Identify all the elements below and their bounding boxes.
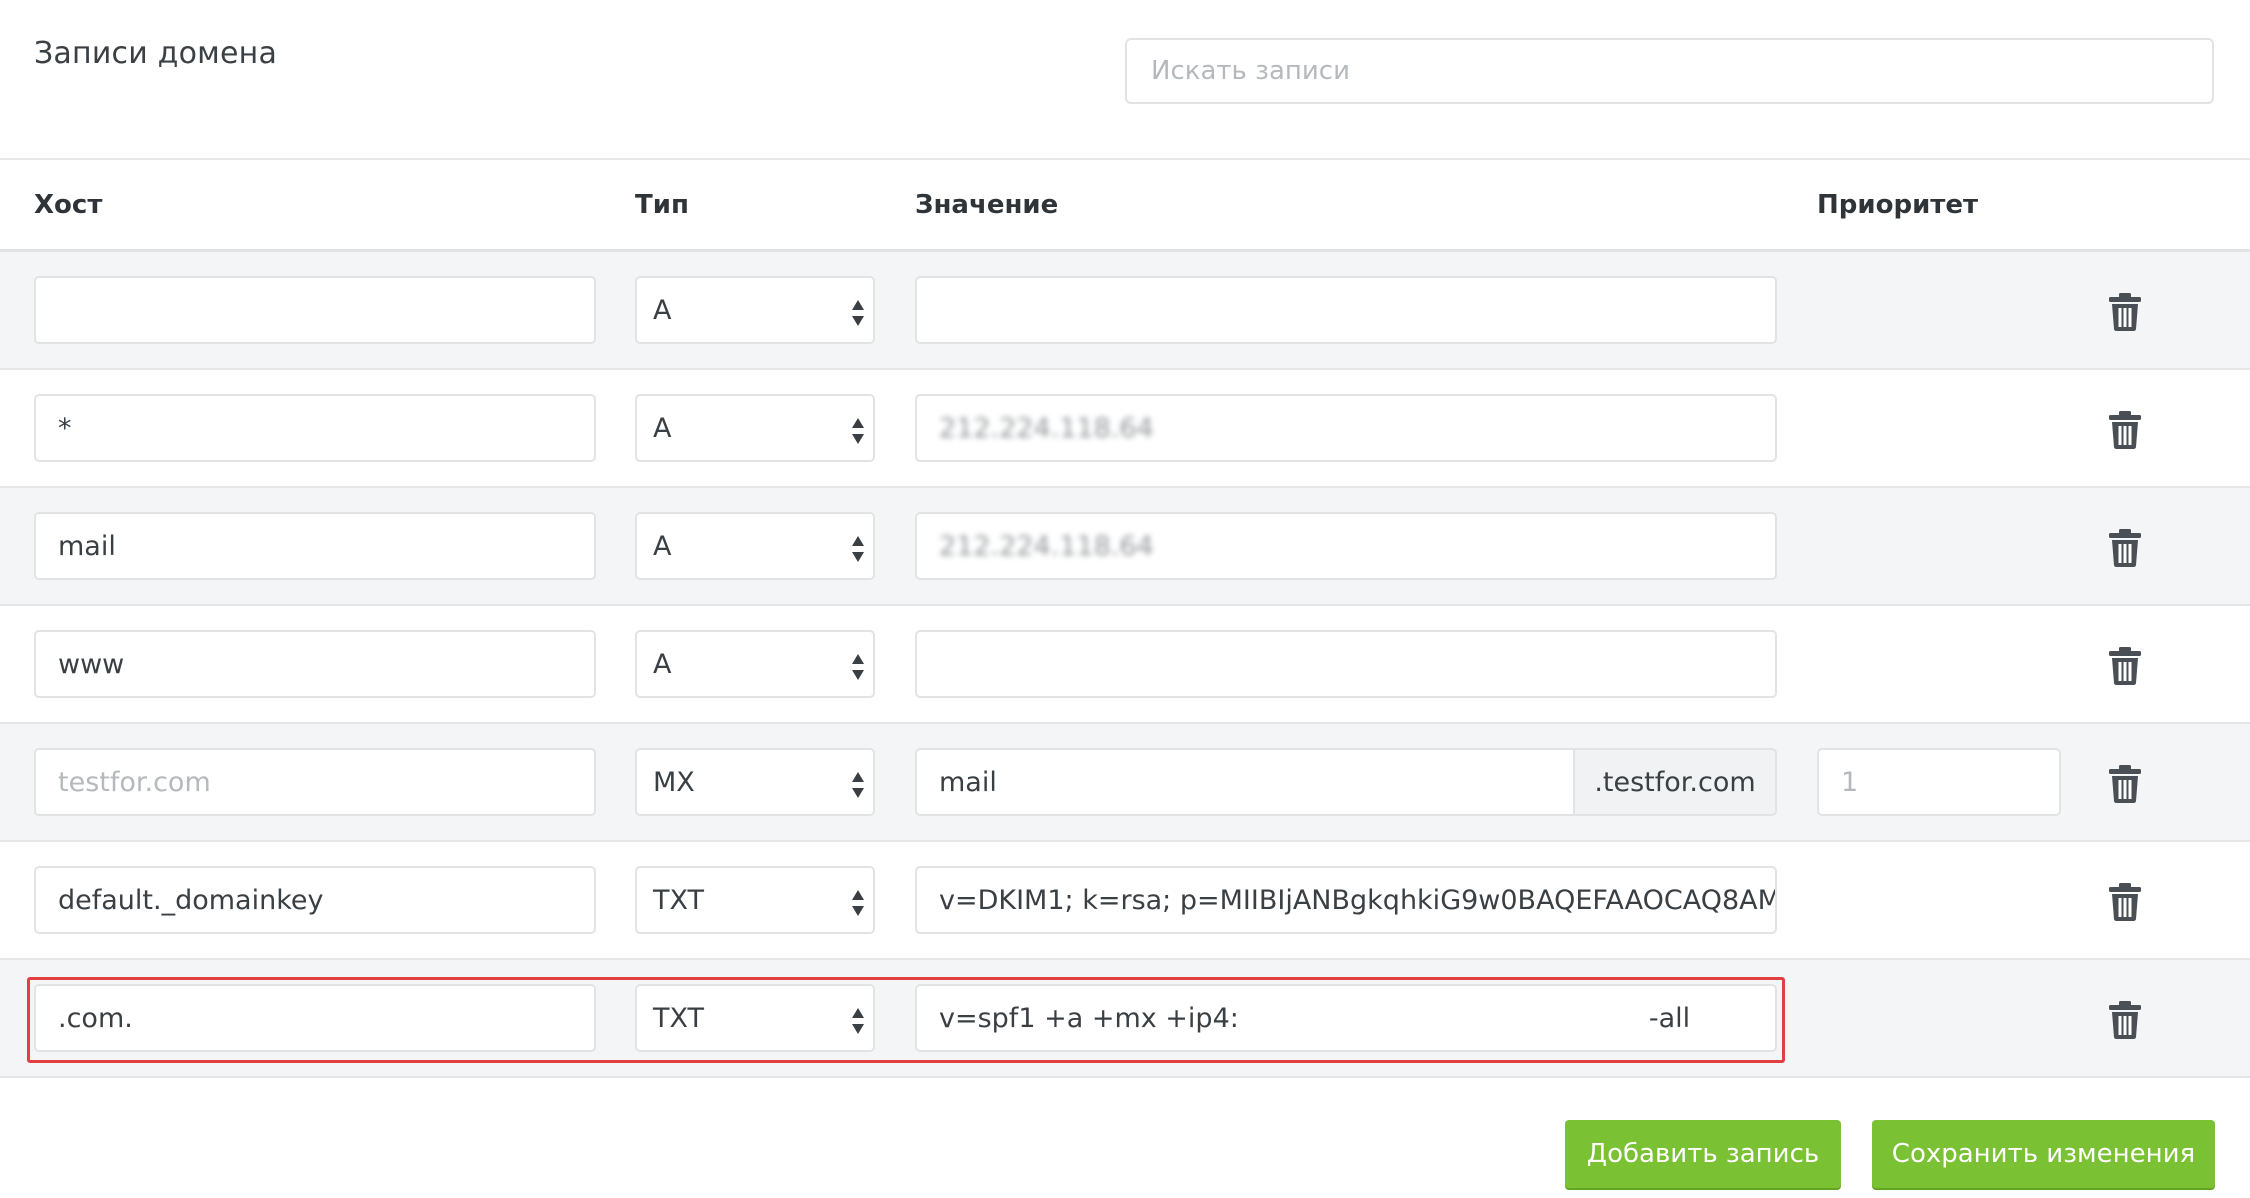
host-input[interactable]: [34, 276, 596, 344]
select-arrows-icon: [852, 1008, 864, 1034]
type-select[interactable]: A: [635, 276, 875, 344]
value-input[interactable]: v=spf1 +a +mx +ip4: -all: [915, 984, 1777, 1052]
trash-icon[interactable]: [2108, 646, 2142, 686]
type-select-value: TXT: [653, 884, 705, 916]
host-input[interactable]: .com.: [34, 984, 596, 1052]
type-select-value: A: [653, 412, 672, 444]
trash-icon[interactable]: [2108, 1000, 2142, 1040]
type-select[interactable]: A: [635, 394, 875, 462]
column-header-value: Значение: [915, 190, 1059, 220]
select-arrows-icon: [852, 654, 864, 680]
record-row: A: [0, 252, 2250, 370]
type-select-value: MX: [653, 766, 695, 798]
type-select-value: A: [653, 294, 672, 326]
table-header: Хост Тип Значение Приоритет: [0, 158, 2250, 252]
select-arrows-icon: [852, 418, 864, 444]
host-input[interactable]: mail: [34, 512, 596, 580]
record-row: mail A 212.224.118.64: [0, 488, 2250, 606]
type-select[interactable]: TXT: [635, 866, 875, 934]
value-input[interactable]: 212.224.118.64: [915, 512, 1777, 580]
priority-input[interactable]: 1: [1817, 748, 2061, 816]
type-select-value: A: [653, 648, 672, 680]
value-suffix-addon: .testfor.com: [1573, 748, 1777, 816]
record-row: .com. TXT v=spf1 +a +mx +ip4: -all: [0, 960, 2250, 1078]
trash-icon[interactable]: [2108, 528, 2142, 568]
type-select-value: TXT: [653, 1002, 705, 1034]
trash-icon[interactable]: [2108, 882, 2142, 922]
host-input[interactable]: default._domainkey: [34, 866, 596, 934]
value-input[interactable]: v=DKIM1; k=rsa; p=MIIBIjANBgkqhkiG9w0BAQ…: [915, 866, 1777, 934]
host-input[interactable]: testfor.com: [34, 748, 596, 816]
type-select[interactable]: A: [635, 630, 875, 698]
host-input[interactable]: *: [34, 394, 596, 462]
record-row: default._domainkey TXT v=DKIM1; k=rsa; p…: [0, 842, 2250, 960]
save-changes-button[interactable]: Сохранить изменения: [1872, 1120, 2215, 1188]
type-select[interactable]: MX: [635, 748, 875, 816]
trash-icon[interactable]: [2108, 764, 2142, 804]
type-select[interactable]: A: [635, 512, 875, 580]
select-arrows-icon: [852, 536, 864, 562]
type-select[interactable]: TXT: [635, 984, 875, 1052]
column-header-priority: Приоритет: [1817, 190, 1979, 220]
trash-icon[interactable]: [2108, 292, 2142, 332]
host-input[interactable]: www: [34, 630, 596, 698]
add-record-button[interactable]: Добавить запись: [1565, 1120, 1841, 1188]
value-input[interactable]: 212.224.118.64: [915, 394, 1777, 462]
trash-icon[interactable]: [2108, 410, 2142, 450]
page-title: Записи домена: [34, 36, 278, 71]
select-arrows-icon: [852, 300, 864, 326]
select-arrows-icon: [852, 890, 864, 916]
record-row: testfor.com MX mail .testfor.com 1: [0, 724, 2250, 842]
column-header-host: Хост: [34, 190, 103, 220]
value-input[interactable]: [915, 276, 1777, 344]
value-input[interactable]: [915, 630, 1777, 698]
search-input[interactable]: [1125, 38, 2214, 104]
type-select-value: A: [653, 530, 672, 562]
select-arrows-icon: [852, 772, 864, 798]
value-input[interactable]: mail: [915, 748, 1575, 816]
column-header-type: Тип: [635, 190, 689, 220]
record-row: www A: [0, 606, 2250, 724]
record-row: * A 212.224.118.64: [0, 370, 2250, 488]
